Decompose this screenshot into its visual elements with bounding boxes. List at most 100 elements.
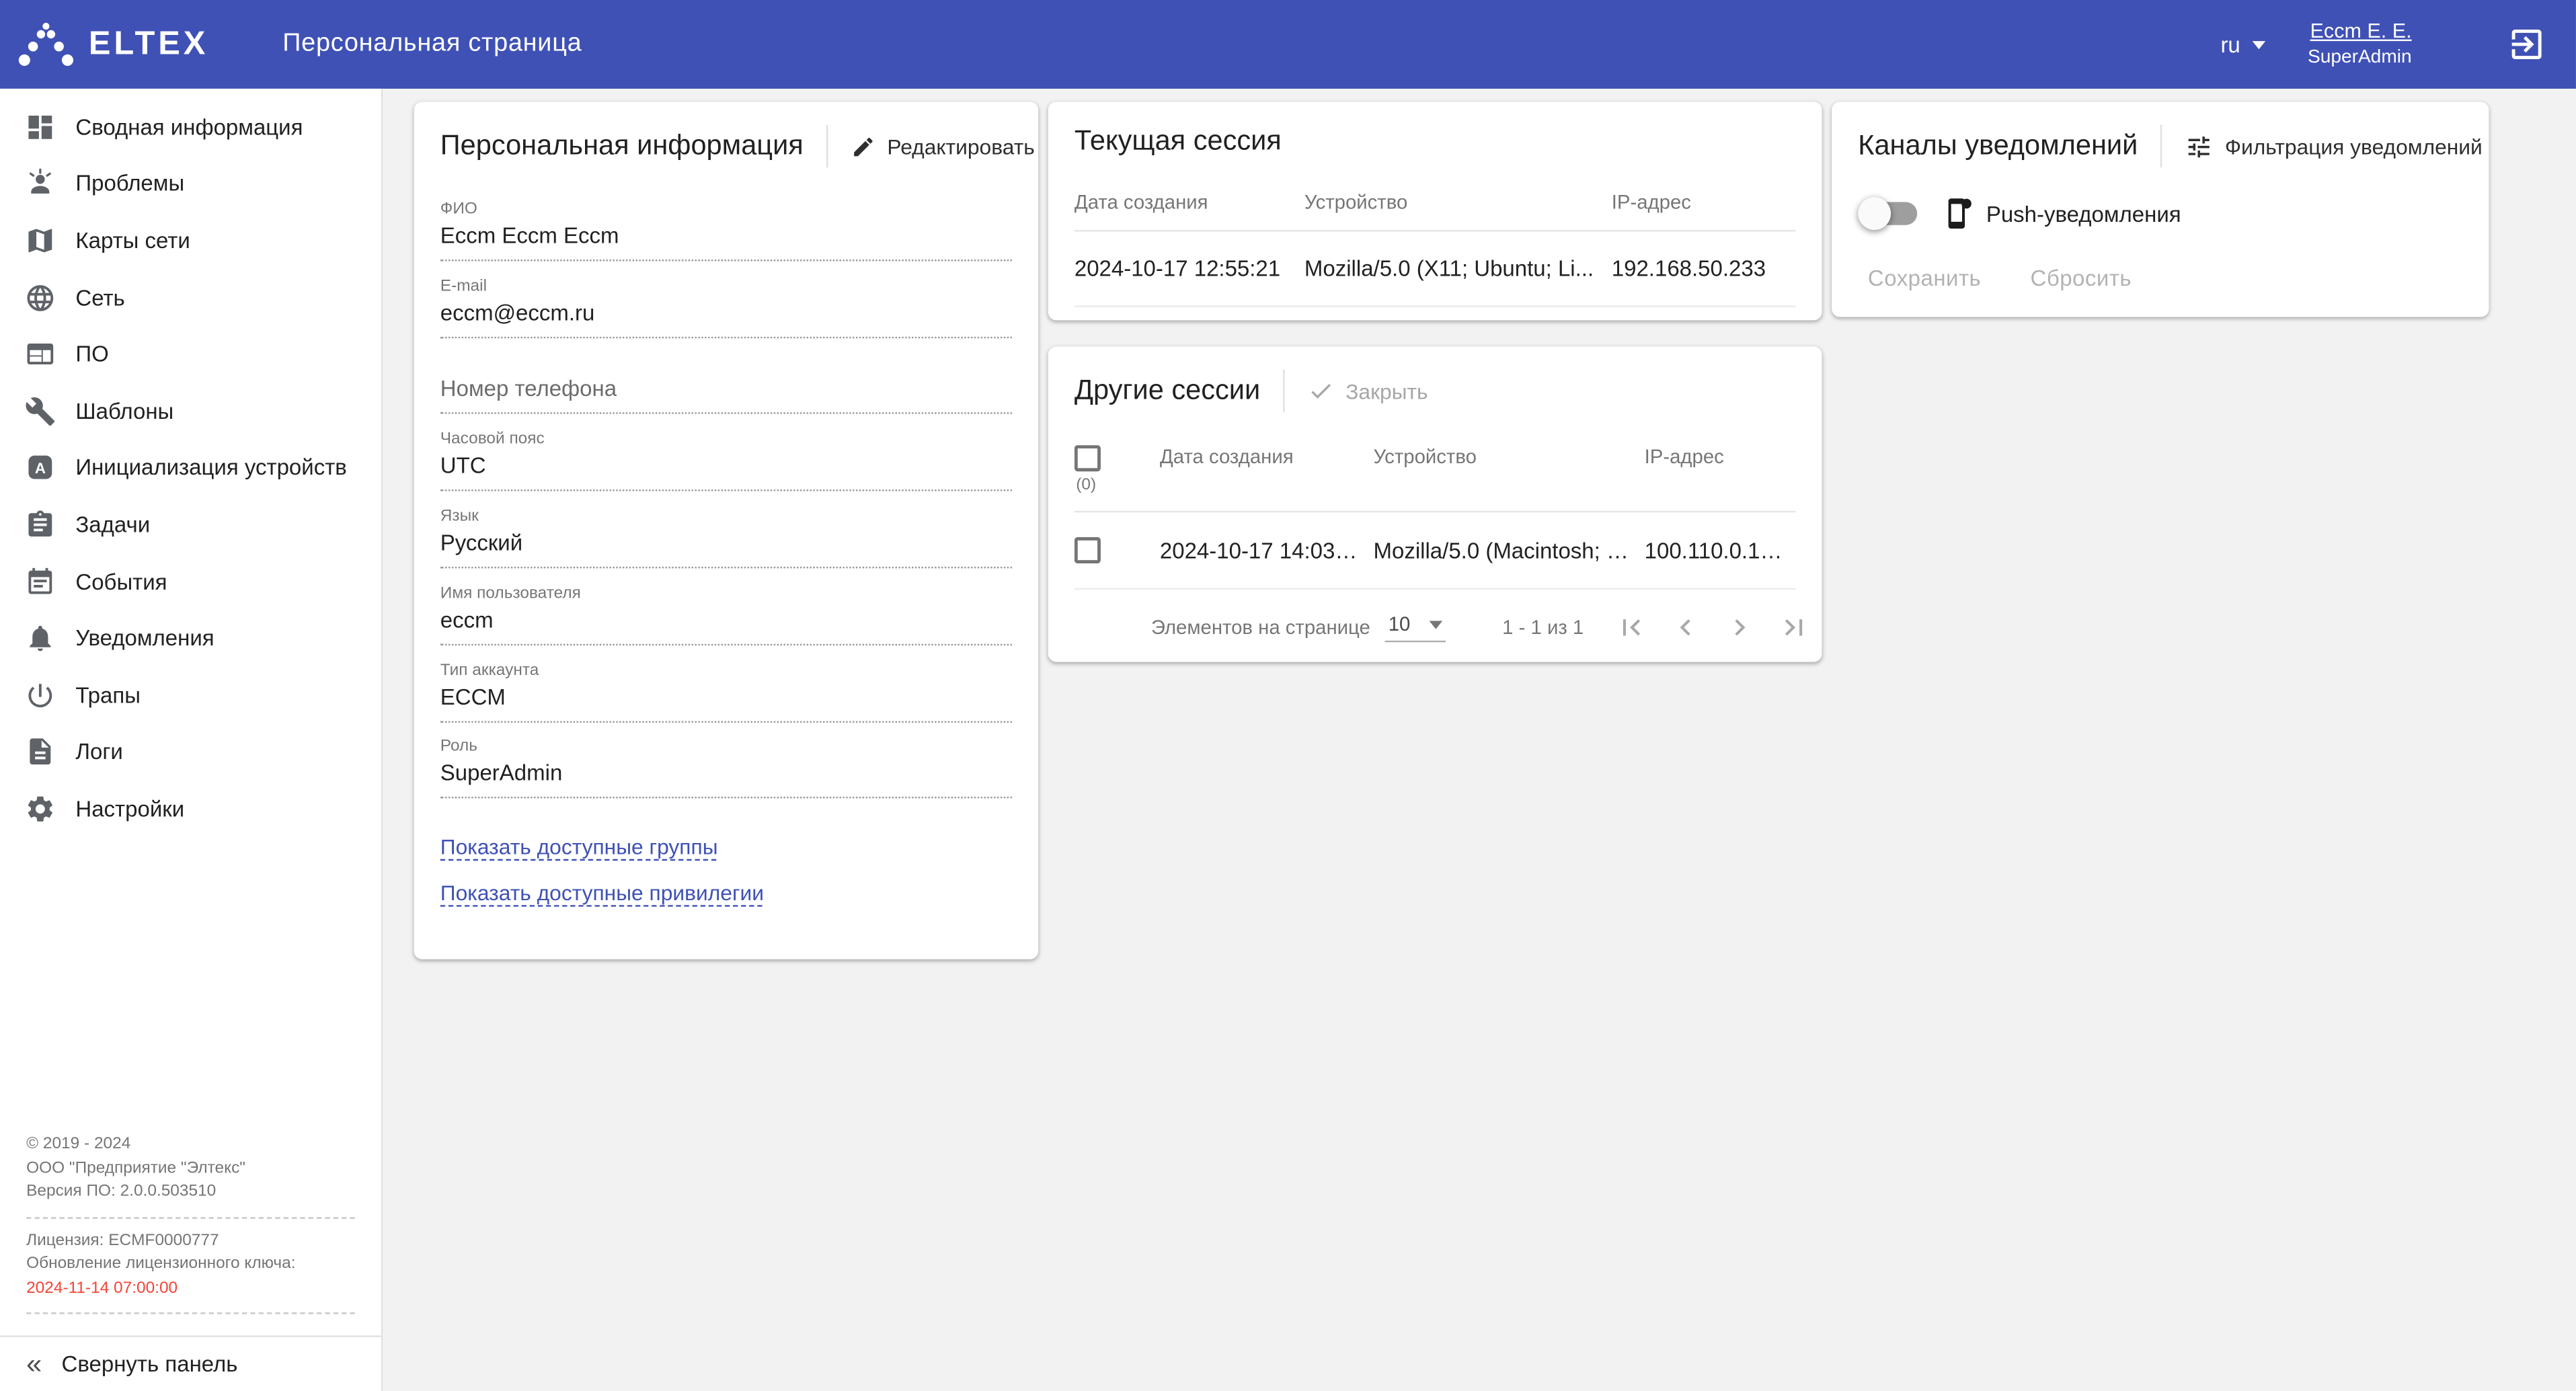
save-button[interactable]: Сохранить <box>1868 266 1981 291</box>
sidebar-item-summary[interactable]: Сводная информация <box>0 99 381 156</box>
language-selector[interactable]: ru <box>2220 32 2265 57</box>
auto-init-icon: A <box>23 452 56 485</box>
close-sessions-button[interactable]: Закрыть <box>1308 378 1428 404</box>
sidebar-item-label: Настройки <box>75 797 184 822</box>
previous-page-button[interactable] <box>1668 609 1704 645</box>
eltex-logo[interactable]: ELTEX <box>16 22 246 67</box>
language-value: ru <box>2220 32 2240 57</box>
sidebar-item-software[interactable]: ПО <box>0 326 381 383</box>
sidebar-item-label: Уведомления <box>75 626 214 651</box>
main-content: Персональная информация Редактировать ФИ… <box>383 89 2576 1391</box>
user-name-link[interactable]: Eccm E. E. <box>2308 17 2412 45</box>
double-chevron-left-icon: « <box>26 1350 42 1378</box>
sidebar-item-tasks[interactable]: Задачи <box>0 496 381 553</box>
tasks-icon <box>23 508 56 541</box>
app-root: ELTEX Персональная страница ru Eccm E. E… <box>0 0 2576 1391</box>
push-notification-icon <box>1940 197 1973 230</box>
show-privileges-link[interactable]: Показать доступные привилегии <box>440 881 1012 906</box>
logout-icon <box>2507 25 2546 65</box>
software-icon <box>23 337 56 370</box>
tune-icon <box>2185 132 2214 161</box>
sidebar-item-network[interactable]: Сеть <box>0 269 381 326</box>
sidebar-item-problems[interactable]: Проблемы <box>0 155 381 212</box>
current-session-card: Текущая сессия Дата создания Устройство … <box>1048 102 1822 320</box>
divider <box>26 1216 355 1218</box>
current-session-row: 2024-10-17 12:55:21 Mozilla/5.0 (X11; Ub… <box>1075 231 1796 307</box>
session-device: Mozilla/5.0 (X11; Ubuntu; Li... <box>1304 256 1612 281</box>
sidebar-item-label: Сеть <box>75 285 124 310</box>
reset-button[interactable]: Сбросить <box>2031 266 2132 291</box>
top-bar: ELTEX Персональная страница ru Eccm E. E… <box>0 0 2576 89</box>
session-ip: 192.168.50.233 <box>1612 256 1796 281</box>
sidebar-item-label: ПО <box>75 342 108 367</box>
items-per-page-label: Элементов на странице <box>1151 616 1370 639</box>
svg-text:A: A <box>34 461 45 477</box>
sidebar-item-templates[interactable]: Шаблоны <box>0 383 381 440</box>
field-role: Роль SuperAdmin <box>440 722 1012 799</box>
divider <box>826 125 828 168</box>
row-checkbox[interactable] <box>1075 537 1101 563</box>
page-title: Персональная страница <box>282 30 582 59</box>
wrench-icon <box>23 395 56 428</box>
sidebar-item-settings[interactable]: Настройки <box>0 781 381 838</box>
push-toggle[interactable] <box>1863 202 1918 225</box>
logout-button[interactable] <box>2507 25 2546 65</box>
globe-icon <box>23 281 56 314</box>
field-account-type: Тип аккаунта ECCM <box>440 645 1012 722</box>
network-map-icon <box>23 224 56 257</box>
edit-button[interactable]: Редактировать <box>851 134 1035 159</box>
session-created: 2024-10-17 12:55:21 <box>1075 256 1304 281</box>
divider <box>2161 125 2162 168</box>
current-session-title: Текущая сессия <box>1075 125 1282 158</box>
brand-text: ELTEX <box>89 26 208 63</box>
logs-icon <box>23 736 56 768</box>
session-ip: 100.110.0.168 <box>1645 538 1796 563</box>
sidebar-item-label: Логи <box>75 740 122 764</box>
other-sessions-title: Другие сессии <box>1075 374 1260 407</box>
collapse-panel-label: Свернуть панель <box>62 1352 238 1377</box>
sidebar-item-network-maps[interactable]: Карты сети <box>0 212 381 270</box>
problems-icon <box>23 167 56 200</box>
field-username: Имя пользователя eccm <box>440 568 1012 645</box>
notification-filter-label: Фильтрация уведомлений <box>2225 134 2483 159</box>
pencil-icon <box>851 134 876 159</box>
user-role: SuperAdmin <box>2308 46 2412 71</box>
version-text: Версия ПО: 2.0.0.503510 <box>26 1181 355 1205</box>
close-sessions-label: Закрыть <box>1345 379 1428 403</box>
eltex-logo-mark-icon <box>16 22 75 67</box>
license-text: Лицензия: ECMF0000777 <box>26 1230 355 1253</box>
next-page-button[interactable] <box>1721 609 1758 645</box>
notification-channels-card: Каналы уведомлений Фильтрация уведомлени… <box>1832 102 2489 317</box>
selected-count: (0) <box>1076 477 1146 495</box>
collapse-panel-button[interactable]: « Свернуть панель <box>0 1335 381 1391</box>
notification-filter-button[interactable]: Фильтрация уведомлений <box>2185 132 2483 161</box>
bell-icon <box>23 622 56 655</box>
items-per-page-select[interactable]: 10 <box>1385 612 1446 642</box>
personal-info-title: Персональная информация <box>440 130 804 163</box>
sidebar-item-traps[interactable]: Трапы <box>0 667 381 724</box>
select-all-checkbox[interactable] <box>1075 445 1101 471</box>
paginator: Элементов на странице 10 1 - 1 из 1 <box>1048 590 1822 662</box>
other-session-row: 2024-10-17 14:03:29 Mozilla/5.0 (Macinto… <box>1075 512 1796 590</box>
user-menu[interactable]: Eccm E. E. SuperAdmin <box>2308 17 2412 71</box>
sidebar-item-label: Проблемы <box>75 171 184 196</box>
chevron-down-icon <box>1430 620 1444 628</box>
current-session-table-header: Дата создания Устройство IP-адрес <box>1075 171 1796 231</box>
dashboard-icon <box>23 110 56 143</box>
field-email: E-mail eccm@eccm.ru <box>440 261 1012 337</box>
toggle-knob <box>1858 197 1891 230</box>
sidebar-item-label: Карты сети <box>75 229 190 253</box>
notification-channels-title: Каналы уведомлений <box>1858 130 2138 163</box>
check-icon <box>1308 378 1334 404</box>
license-update-date: 2024-11-14 07:00:00 <box>26 1277 355 1301</box>
sidebar-item-device-init[interactable]: A Инициализация устройств <box>0 440 381 497</box>
sidebar: Сводная информация Проблемы Карты сети <box>0 89 383 1391</box>
sidebar-item-logs[interactable]: Логи <box>0 723 381 781</box>
copyright-text: © 2019 - 2024 <box>26 1134 355 1157</box>
sidebar-item-events[interactable]: События <box>0 553 381 610</box>
field-language: Язык Русский <box>440 491 1012 568</box>
show-groups-link[interactable]: Показать доступные группы <box>440 835 1012 860</box>
sidebar-item-notifications[interactable]: Уведомления <box>0 610 381 667</box>
first-page-button[interactable] <box>1613 609 1649 645</box>
last-page-button[interactable] <box>1776 609 1812 645</box>
